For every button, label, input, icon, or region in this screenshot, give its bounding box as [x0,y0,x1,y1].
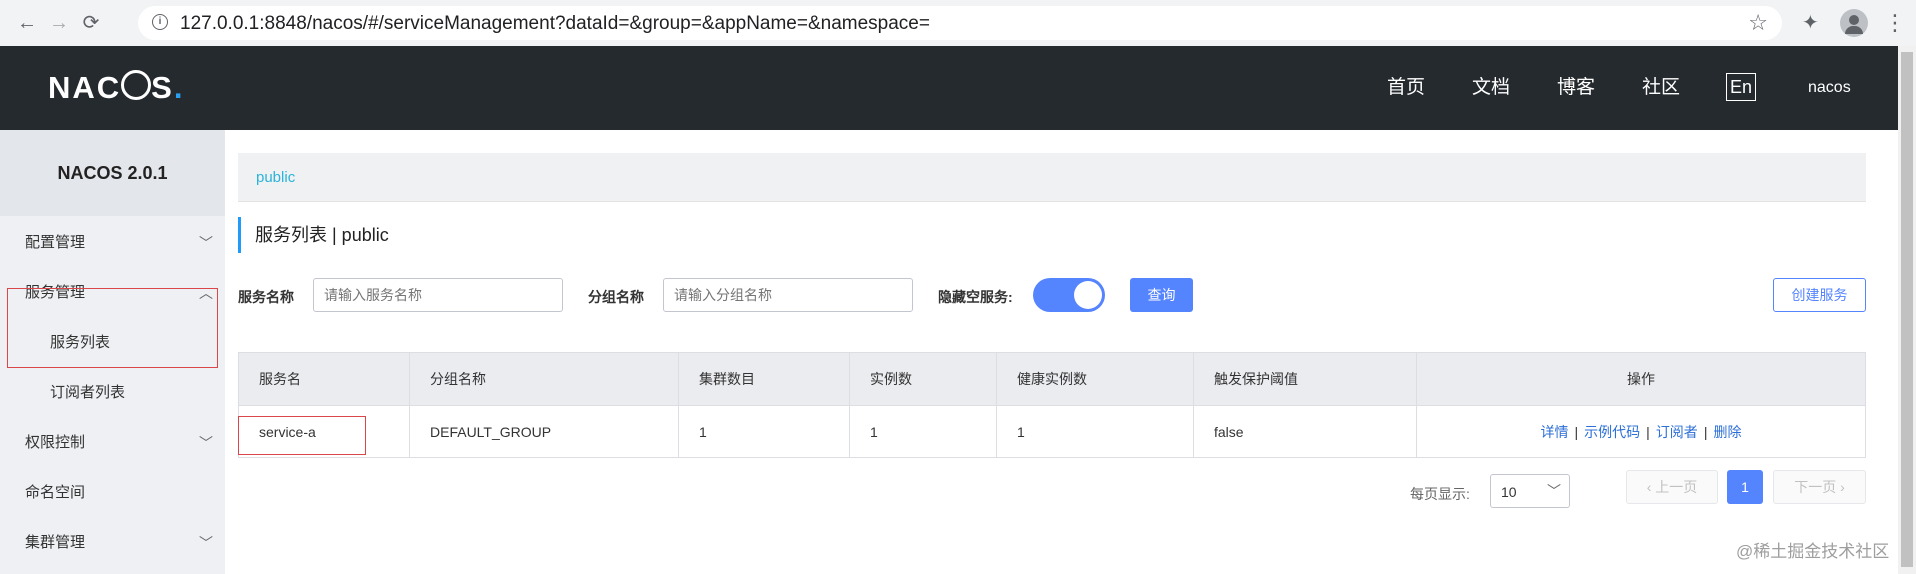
nav-home[interactable]: 首页 [1387,46,1425,130]
more-menu-icon[interactable]: ⋮ [1884,10,1906,36]
query-button[interactable]: 查询 [1130,278,1193,312]
user-name[interactable]: nacos [1808,46,1851,130]
sample-code-link[interactable]: 示例代码 [1584,424,1640,440]
logo-o-icon [121,70,152,100]
service-name-input[interactable] [313,278,563,312]
detail-link[interactable]: 详情 [1541,424,1569,440]
sidebar-item-cluster[interactable]: 集群管理 ﹀ [0,518,225,568]
watermark: @稀土掘金技术社区 [1736,542,1890,561]
logo-dot: . [173,70,185,105]
nacos-logo[interactable]: NAC S. [48,70,184,106]
namespace-public[interactable]: public [256,169,295,186]
info-icon[interactable]: i [152,14,168,30]
extensions-icon[interactable]: ✦ [1802,10,1819,35]
sidebar-item-label: 集群管理 [25,534,86,551]
chevron-down-icon: ﹀ [199,435,213,451]
page-size-label: 每页显示: [1410,486,1470,502]
logo-text: NAC [48,70,122,105]
next-page-button[interactable]: 下一页 › [1773,470,1866,504]
separator: | [1703,423,1708,440]
cell-healthy-count: 1 [996,405,1194,458]
logo-text-end: S [151,70,174,105]
namespace-bar: public [238,153,1866,202]
separator: | [1574,423,1579,440]
sidebar-item-subscriber-list[interactable]: 订阅者列表 [0,368,225,418]
sidebar-item-label: 命名空间 [25,484,86,501]
cell-instance-count: 1 [849,405,997,458]
hide-empty-label: 隐藏空服务: [938,289,1013,305]
col-instance-count: 实例数 [849,352,997,406]
next-page-label: 下一页 [1794,479,1837,495]
group-name-input[interactable] [663,278,913,312]
chevron-down-icon: ﹀ [199,235,213,251]
nav-community[interactable]: 社区 [1642,46,1680,130]
sidebar-item-label: 订阅者列表 [50,384,126,401]
delete-link[interactable]: 删除 [1713,424,1741,440]
prev-page-label: 上一页 [1655,479,1698,495]
prev-page-button[interactable]: ‹ 上一页 [1626,470,1718,504]
col-service-name: 服务名 [238,352,410,406]
forward-icon[interactable]: → [46,11,72,35]
separator: | [1646,423,1650,440]
hide-empty-toggle[interactable] [1033,278,1105,312]
sidebar-item-label: 配置管理 [25,234,86,251]
cell-cluster-count: 1 [678,405,850,458]
current-page-button[interactable]: 1 [1727,470,1763,504]
subscribers-link[interactable]: 订阅者 [1656,424,1698,440]
table-row: service-a DEFAULT_GROUP 1 1 1 false 详情 | 示… [238,405,1866,458]
table-header-row: 服务名 分组名称 集群数目 实例数 健康实例数 触发保护阈值 操作 [238,352,1866,406]
url-text[interactable]: 127.0.0.1:8848/nacos/#/serviceManagement… [180,13,930,35]
reload-icon[interactable]: ⟳ [78,11,104,35]
browser-toolbar: ← → ⟳ i 127.0.0.1:8848/nacos/#/serviceMa… [0,0,1916,46]
nav-docs[interactable]: 文档 [1472,46,1510,130]
highlight-box-sidebar [7,288,218,368]
highlight-box-service [238,416,366,455]
page-title: 服务列表 | public [238,217,389,253]
scrollbar-thumb[interactable] [1901,52,1913,567]
cell-group-name: DEFAULT_GROUP [409,405,679,458]
address-bar[interactable]: i 127.0.0.1:8848/nacos/#/serviceManageme… [138,6,1782,40]
chevron-down-icon: ﹀ [199,535,213,551]
col-operations: 操作 [1416,352,1866,406]
cell-protect-threshold: false [1193,405,1417,458]
back-icon[interactable]: ← [14,11,40,35]
sidebar-item-namespace[interactable]: 命名空间 [0,468,225,518]
sidebar-item-auth[interactable]: 权限控制 ﹀ [0,418,225,468]
language-toggle[interactable]: En [1726,73,1756,101]
service-table: 服务名 分组名称 集群数目 实例数 健康实例数 触发保护阈值 操作 servic… [238,352,1866,458]
profile-avatar-icon[interactable] [1840,9,1868,37]
page-size-value: 10 [1501,484,1517,500]
page-size-select[interactable]: 10 ﹀ [1490,474,1570,508]
col-cluster-count: 集群数目 [678,352,850,406]
cell-operations: 详情 | 示例代码 | 订阅者 | 删除 [1416,405,1866,458]
create-service-button[interactable]: 创建服务 [1773,278,1866,312]
nav-blog[interactable]: 博客 [1557,46,1595,130]
sidebar-item-config[interactable]: 配置管理 ﹀ [0,218,225,268]
col-group-name: 分组名称 [409,352,679,406]
bookmark-star-icon[interactable]: ☆ [1748,10,1768,36]
chevron-down-icon: ﹀ [1547,483,1561,499]
col-protect-threshold: 触发保护阈值 [1193,352,1417,406]
sidebar-item-label: 权限控制 [25,434,86,451]
col-healthy-count: 健康实例数 [996,352,1194,406]
app-header: NAC S. 首页 文档 博客 社区 En nacos [0,46,1898,130]
sidebar-title: NACOS 2.0.1 [0,130,225,216]
service-name-label: 服务名称 [238,289,294,305]
group-name-label: 分组名称 [588,289,644,305]
